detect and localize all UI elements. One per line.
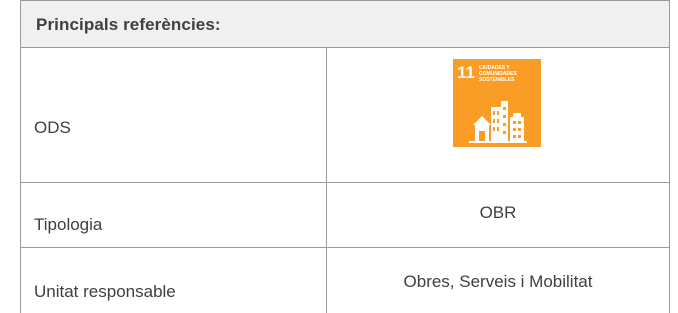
- row-value-tipologia: OBR: [479, 203, 517, 222]
- row-divider: [20, 247, 670, 248]
- row-value-unitat-responsable: Obres, Serveis i Mobilitat: [403, 272, 593, 291]
- table-header: Principals referències:: [21, 1, 669, 47]
- row-divider: [20, 182, 670, 183]
- row-label-tipologia: Tipologia: [34, 215, 103, 234]
- row-label-ods: ODS: [34, 118, 71, 137]
- city-buildings-icon: [469, 101, 527, 143]
- table-border-top: [20, 0, 670, 1]
- header-divider: [20, 47, 670, 48]
- row-label-unitat-responsable: Unitat responsable: [34, 282, 176, 301]
- table-header-title: Principals referències:: [36, 15, 221, 34]
- references-table: Principals referències: ODS 11 CIUDADES …: [20, 0, 670, 313]
- sdg-11-badge: 11 CIUDADES Y COMUNIDADES SOSTENIBLES: [453, 59, 541, 147]
